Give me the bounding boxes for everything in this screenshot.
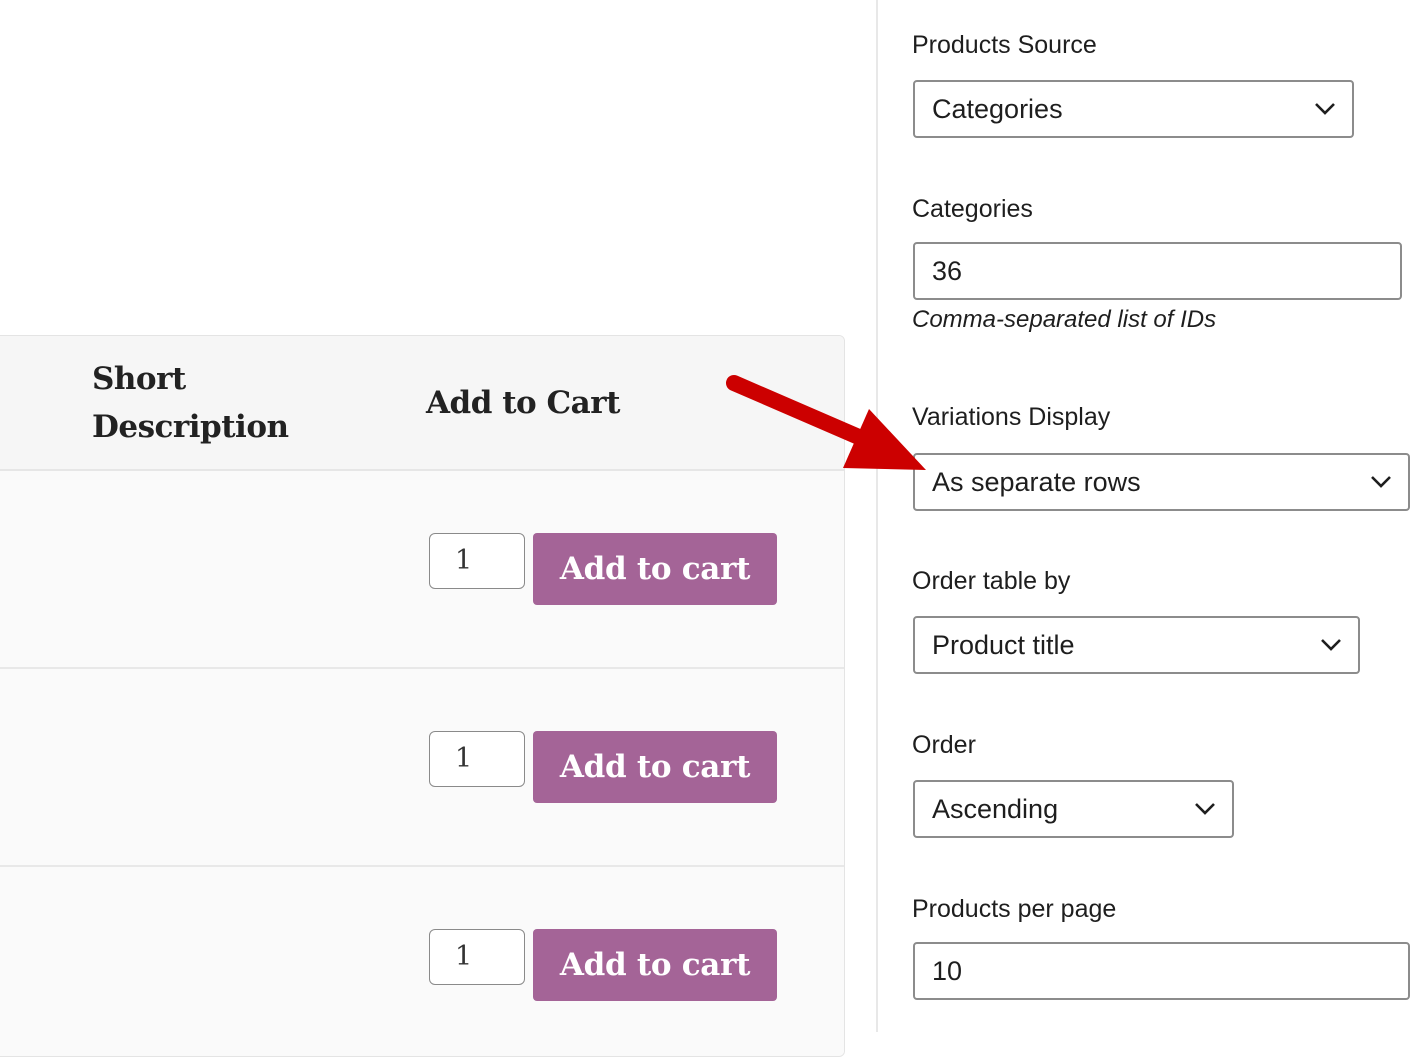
add-to-cart-button[interactable]: Add to cart [533, 533, 777, 605]
table-row: 1 Add to cart [0, 669, 844, 867]
products-source-label: Products Source [912, 31, 1097, 59]
categories-input[interactable]: 36 [913, 242, 1402, 300]
product-table-preview: Short Description Add to Cart 1 Add to c… [0, 0, 876, 1057]
order-table-by-label: Order table by [912, 567, 1071, 595]
chevron-down-icon [1371, 476, 1391, 488]
header-text: Description [92, 409, 289, 445]
categories-value: 36 [932, 256, 963, 286]
chevron-down-icon [1195, 803, 1215, 815]
quantity-input[interactable]: 1 [429, 533, 525, 589]
column-header-add-to-cart[interactable]: Add to Cart [426, 379, 620, 427]
product-table: Short Description Add to Cart 1 Add to c… [0, 335, 845, 1057]
order-label: Order [912, 731, 976, 759]
table-row: 1 Add to cart [0, 867, 844, 1056]
categories-label: Categories [912, 195, 1033, 223]
table-row: 1 Add to cart [0, 471, 844, 669]
variations-display-select[interactable]: As separate rows [913, 453, 1410, 511]
quantity-input[interactable]: 1 [429, 929, 525, 985]
products-per-page-value: 10 [932, 956, 963, 986]
quantity-input[interactable]: 1 [429, 731, 525, 787]
order-table-by-select[interactable]: Product title [913, 616, 1360, 674]
chevron-down-icon [1321, 639, 1341, 651]
products-source-value: Categories [932, 94, 1063, 124]
variations-display-value: As separate rows [932, 467, 1141, 497]
table-header: Short Description Add to Cart [0, 336, 844, 471]
categories-help-text: Comma-separated list of IDs [912, 306, 1217, 333]
order-value: Ascending [932, 794, 1059, 824]
products-source-select[interactable]: Categories [913, 80, 1354, 138]
products-per-page-input[interactable]: 10 [913, 942, 1410, 1000]
add-to-cart-button[interactable]: Add to cart [533, 929, 777, 1001]
order-select[interactable]: Ascending [913, 780, 1234, 838]
column-header-short-description[interactable]: Short Description [92, 355, 289, 451]
variations-display-label: Variations Display [912, 403, 1111, 431]
add-to-cart-button[interactable]: Add to cart [533, 731, 777, 803]
header-text: Short [92, 361, 186, 397]
chevron-down-icon [1315, 103, 1335, 115]
order-table-by-value: Product title [932, 630, 1075, 660]
block-settings-sidebar: Products Source Categories Categories 36… [876, 0, 1428, 1032]
products-per-page-label: Products per page [912, 895, 1117, 923]
